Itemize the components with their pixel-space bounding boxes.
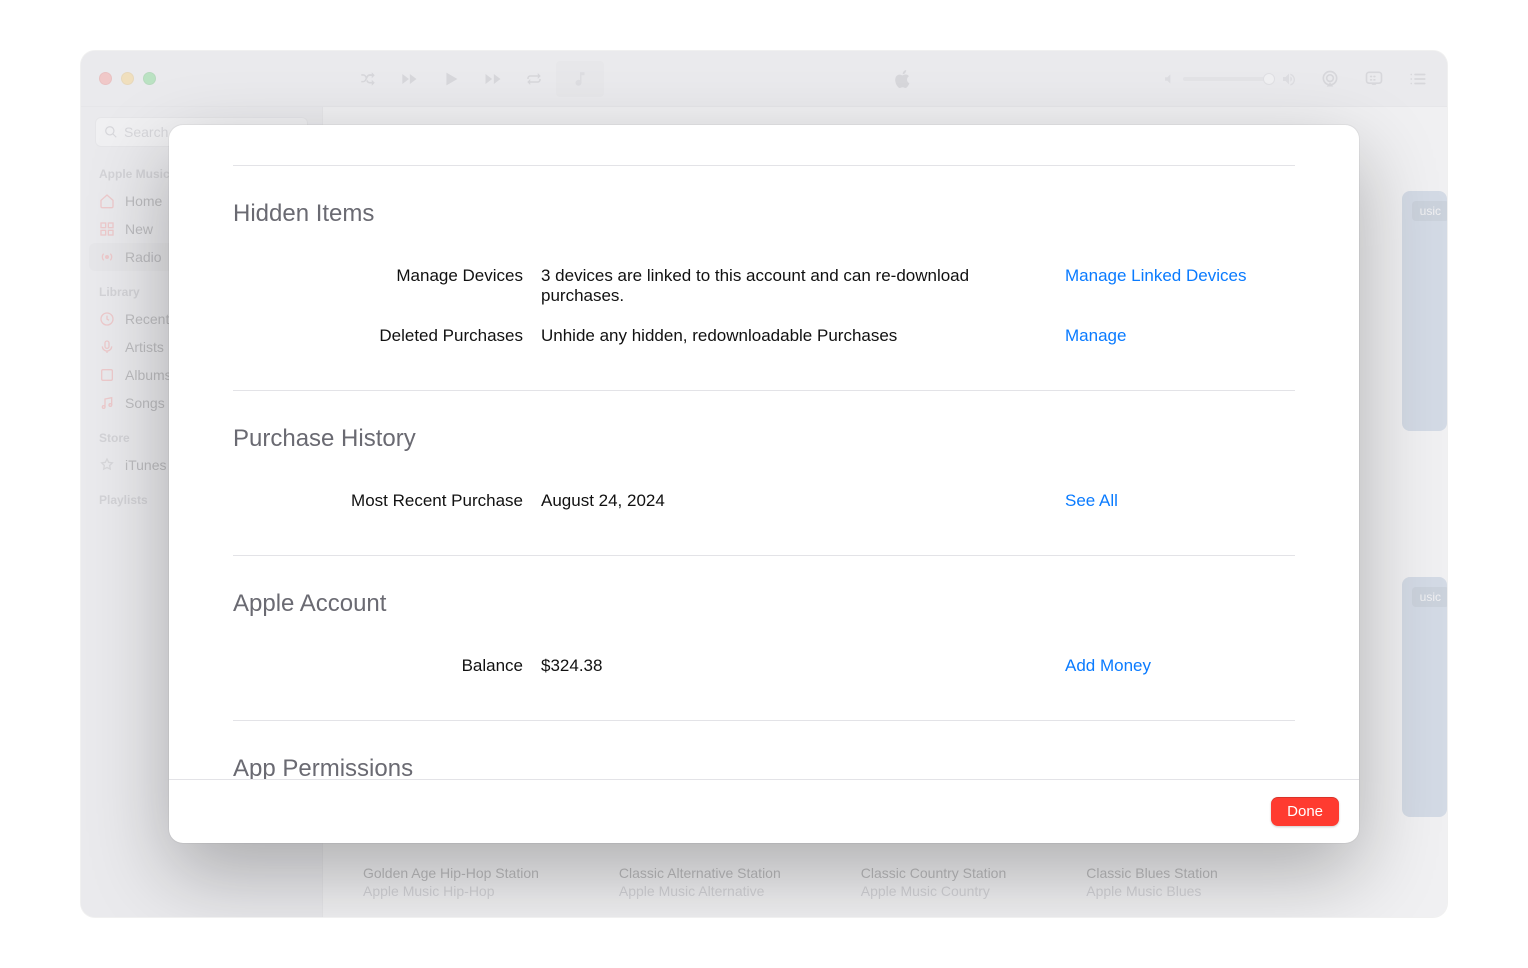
section-hidden-items: Hidden Items Manage Devices 3 devices ar…: [233, 166, 1295, 390]
row-label: Deleted Purchases: [233, 326, 523, 346]
add-money-link[interactable]: Add Money: [1065, 656, 1151, 675]
modal-body[interactable]: Hidden Items Manage Devices 3 devices ar…: [169, 125, 1359, 779]
row-label: Balance: [233, 656, 523, 676]
row-balance: Balance $324.38 Add Money: [233, 646, 1295, 686]
section-apple-account: Apple Account Balance $324.38 Add Money: [233, 555, 1295, 720]
section-title: Purchase History: [233, 425, 1295, 453]
row-label: Manage Devices: [233, 266, 523, 306]
row-label: Most Recent Purchase: [233, 491, 523, 511]
row-value: 3 devices are linked to this account and…: [541, 266, 1047, 306]
section-app-permissions: App Permissions: [233, 720, 1295, 779]
see-all-link[interactable]: See All: [1065, 491, 1118, 510]
row-deleted-purchases: Deleted Purchases Unhide any hidden, red…: [233, 316, 1295, 356]
modal-footer: Done: [169, 779, 1359, 843]
section-purchase-history: Purchase History Most Recent Purchase Au…: [233, 390, 1295, 555]
section-title: Hidden Items: [233, 200, 1295, 228]
row-value: $324.38: [541, 656, 1047, 676]
section-title: App Permissions: [233, 755, 1295, 779]
section-title: Apple Account: [233, 590, 1295, 618]
row-most-recent-purchase: Most Recent Purchase August 24, 2024 See…: [233, 481, 1295, 521]
row-manage-devices: Manage Devices 3 devices are linked to t…: [233, 256, 1295, 316]
row-value: August 24, 2024: [541, 491, 1047, 511]
done-button[interactable]: Done: [1271, 797, 1339, 826]
account-modal: Hidden Items Manage Devices 3 devices ar…: [169, 125, 1359, 843]
app-window: Search Apple Music Home New Radio Librar…: [81, 51, 1447, 917]
manage-linked-devices-link[interactable]: Manage Linked Devices: [1065, 266, 1246, 285]
row-value: Unhide any hidden, redownloadable Purcha…: [541, 326, 1047, 346]
manage-link[interactable]: Manage: [1065, 326, 1126, 345]
